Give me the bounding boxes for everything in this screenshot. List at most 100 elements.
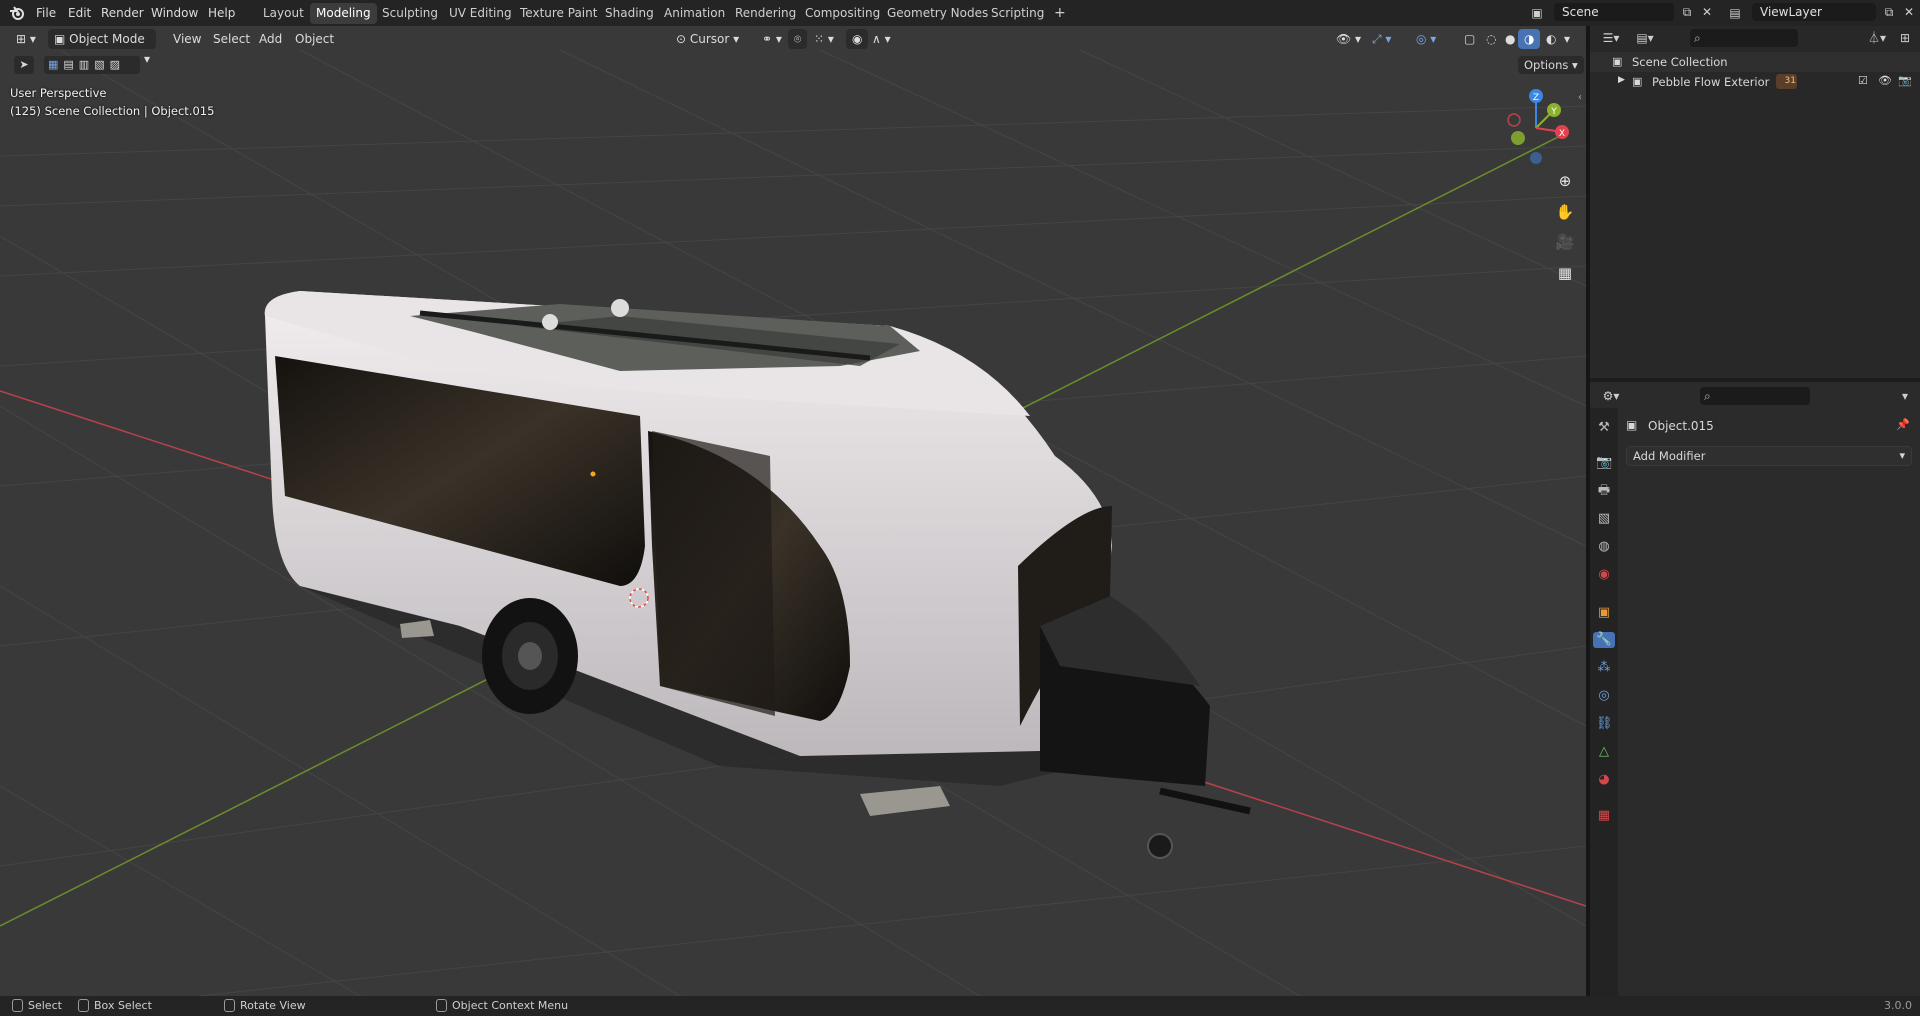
tool-tab-icon[interactable]: ⚒ — [1596, 420, 1612, 436]
tool-icon[interactable]: ➤ — [14, 56, 34, 74]
physics-tab-icon[interactable]: ◎ — [1596, 688, 1612, 704]
properties-options-icon[interactable]: ▾ — [1894, 386, 1916, 406]
menu-add[interactable]: Add — [253, 29, 288, 49]
menu-file[interactable]: File — [36, 4, 56, 22]
output-tab-icon[interactable]: 🖶 — [1596, 483, 1612, 499]
texture-tab-icon[interactable]: ▦ — [1596, 808, 1612, 824]
outliner-row-pebble-flow[interactable]: ▶ ▣ Pebble Flow Exterior 31 ☑ 👁 📷 — [1590, 72, 1920, 92]
properties-search-input[interactable]: ⌕ — [1700, 387, 1810, 405]
menu-object[interactable]: Object — [289, 29, 340, 49]
tab-geometry-nodes[interactable]: Geometry Nodes — [881, 3, 994, 24]
eye-icon[interactable]: 👁 — [1878, 74, 1892, 87]
outliner-editor-type-icon[interactable]: ☰▾ — [1600, 28, 1622, 48]
snap-target-icon[interactable]: ⁙ ▾ — [808, 29, 840, 49]
mouse-left-icon — [12, 999, 23, 1012]
visibility-icon[interactable]: 👁 ▾ — [1330, 29, 1367, 49]
delete-view-layer-icon[interactable]: ✕ — [1898, 2, 1920, 22]
gizmo-y-label: Y — [1550, 107, 1557, 117]
options-dropdown[interactable]: Options ▾ — [1518, 56, 1584, 74]
tab-modeling[interactable]: Modeling — [310, 3, 377, 24]
gizmo-x-label: X — [1559, 129, 1565, 139]
menu-render[interactable]: Render — [101, 4, 144, 22]
object-data-icon: ▣ — [1626, 418, 1638, 432]
camera-render-icon[interactable]: 📷 — [1898, 74, 1912, 87]
scene-collection-info: (125) Scene Collection | Object.015 — [10, 104, 215, 118]
scene-selector-icon[interactable]: ▣ — [1526, 3, 1548, 23]
camper-trailer-model[interactable] — [264, 291, 1251, 859]
transform-orientation-icon[interactable]: ⚭ ▾ — [756, 29, 788, 49]
menu-select[interactable]: Select — [207, 29, 256, 49]
view-perspective-label: User Perspective — [10, 86, 107, 100]
pan-hand-icon[interactable]: ✋ — [1552, 199, 1578, 225]
material-preview-icon[interactable]: ◑ — [1518, 29, 1541, 49]
view-layer-tab-icon[interactable]: ▧ — [1596, 511, 1612, 527]
falloff-icon[interactable]: ∧ ▾ — [866, 29, 897, 49]
sidebar-toggle-icon[interactable]: ‹ — [1578, 92, 1582, 103]
new-scene-icon[interactable]: ⧉ — [1676, 2, 1698, 22]
overlays-toggle-icon[interactable]: ◎ ▾ — [1410, 29, 1442, 49]
tab-rendering[interactable]: Rendering — [729, 3, 802, 24]
tab-layout[interactable]: Layout — [257, 3, 310, 24]
checkbox-icon[interactable]: ☑ — [1858, 74, 1868, 87]
properties-editor-type-icon[interactable]: ⚙▾ — [1600, 386, 1622, 406]
display-mode-icon[interactable]: ▤▾ — [1634, 28, 1656, 48]
view-layer-icon[interactable]: ▤ — [1724, 3, 1746, 23]
status-select: Select — [12, 999, 62, 1013]
properties-panel: ⚙▾ ⌕ ▾ ▣ Object.015 📌 Add Modifier ▾ — [1590, 382, 1920, 996]
tab-sculpting[interactable]: Sculpting — [376, 3, 444, 24]
filter-icon[interactable]: ⏃▾ — [1866, 28, 1888, 48]
delete-scene-icon[interactable]: ✕ — [1696, 2, 1718, 22]
collection-icon: ▣ — [1632, 75, 1643, 88]
shading-options-icon[interactable]: ▾ — [1558, 29, 1576, 49]
status-context-menu: Object Context Menu — [436, 999, 568, 1013]
view-layer-field[interactable]: ViewLayer — [1752, 3, 1876, 21]
menu-view[interactable]: View — [167, 29, 207, 49]
menu-help[interactable]: Help — [208, 4, 235, 22]
tab-animation[interactable]: Animation — [658, 3, 731, 24]
status-rotate-view: Rotate View — [224, 999, 306, 1013]
zoom-icon[interactable]: ⊕ — [1552, 168, 1578, 194]
modifier-tab-icon[interactable]: 🔧 — [1593, 632, 1615, 648]
expand-arrow-icon[interactable]: ▶ — [1618, 75, 1625, 85]
pin-icon[interactable]: 📌 — [1896, 418, 1910, 431]
outliner-search-input[interactable]: ⌕ — [1690, 29, 1798, 47]
add-modifier-label: Add Modifier — [1633, 449, 1706, 463]
camera-view-icon[interactable]: 🎥 — [1552, 229, 1578, 255]
scene-collection-label: Scene Collection — [1632, 55, 1728, 69]
object-tab-icon[interactable]: ▣ — [1596, 605, 1612, 621]
outliner-row-scene-collection[interactable]: ▣ Scene Collection — [1590, 52, 1920, 72]
collection-icon: ▣ — [1612, 55, 1623, 68]
particles-tab-icon[interactable]: ⁂ — [1596, 660, 1612, 676]
snap-toggle-icon[interactable]: ⌾ — [788, 29, 808, 49]
mode-dropdown[interactable]: ▣ Object Mode ▾ — [48, 29, 156, 66]
tab-uv-editing[interactable]: UV Editing — [443, 3, 518, 24]
tab-texture-paint[interactable]: Texture Paint — [514, 3, 603, 24]
render-tab-icon[interactable]: 📷 — [1596, 455, 1612, 471]
new-collection-icon[interactable]: ⊞ — [1894, 28, 1916, 48]
material-tab-icon[interactable]: ◕ — [1596, 772, 1612, 788]
gizmo-z-label: Z — [1533, 93, 1539, 103]
select-mode-icons[interactable]: ▦▤▥▧▨ — [44, 56, 140, 74]
constraints-tab-icon[interactable]: ⛓ — [1596, 716, 1613, 732]
gizmo-toggle-icon[interactable]: ⤢ ▾ — [1366, 29, 1397, 49]
add-modifier-dropdown[interactable]: Add Modifier ▾ — [1626, 446, 1912, 466]
3d-viewport[interactable]: Z Y X — [0, 26, 1586, 996]
world-tab-icon[interactable]: ◉ — [1596, 567, 1612, 583]
new-view-layer-icon[interactable]: ⧉ — [1878, 2, 1900, 22]
xray-toggle-icon[interactable]: ▢ — [1458, 29, 1481, 49]
blender-logo-icon[interactable] — [8, 4, 26, 22]
add-workspace-button[interactable]: + — [1048, 3, 1072, 24]
menu-window[interactable]: Window — [151, 4, 198, 22]
tab-compositing[interactable]: Compositing — [799, 3, 886, 24]
scene-name-field[interactable]: Scene — [1554, 3, 1674, 21]
ortho-grid-icon[interactable]: ▦ — [1552, 260, 1578, 286]
outliner-item-label: Pebble Flow Exterior — [1652, 75, 1770, 89]
data-tab-icon[interactable]: △ — [1596, 744, 1612, 760]
scene-tab-icon[interactable]: ◍ — [1596, 539, 1612, 555]
navigation-gizmo[interactable]: Z Y X — [1494, 86, 1578, 170]
tab-shading[interactable]: Shading — [599, 3, 660, 24]
tab-scripting[interactable]: Scripting — [985, 3, 1050, 24]
menu-edit[interactable]: Edit — [68, 4, 91, 22]
editor-type-icon[interactable]: ⊞ ▾ — [10, 29, 42, 49]
pivot-point-dropdown[interactable]: ⊙ Cursor ▾ — [670, 29, 745, 49]
